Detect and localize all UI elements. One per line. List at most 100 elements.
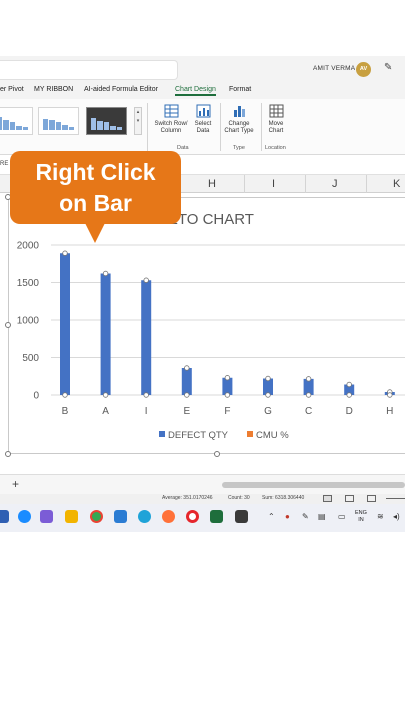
- bar-selection-marker: [387, 392, 393, 398]
- page-break-view-icon[interactable]: [367, 495, 376, 502]
- tab-chart-design[interactable]: Chart Design: [175, 86, 216, 96]
- bar-selection-marker: [305, 392, 312, 398]
- x-tick-label: G: [264, 406, 272, 417]
- language-line-1: ENG: [355, 510, 367, 516]
- x-tick-label: H: [386, 406, 393, 417]
- column-header-i[interactable]: I: [272, 178, 275, 190]
- pen-tray-icon[interactable]: ✎: [302, 512, 309, 521]
- chevron-up-icon[interactable]: ⌃: [268, 512, 275, 521]
- chart-style-thumb-2[interactable]: [38, 107, 79, 135]
- title-bar: AMIT VERMA AV ✎: [0, 56, 405, 84]
- x-tick-label: I: [145, 406, 148, 417]
- excel-window: AMIT VERMA AV ✎ er Pivot MY RIBBON AI-ai…: [0, 0, 405, 720]
- chart-style-thumb-3[interactable]: [86, 107, 127, 135]
- move-chart-icon: [269, 104, 283, 118]
- language-indicator[interactable]: ENG IN: [355, 510, 367, 524]
- type-group-label: Type: [233, 145, 245, 151]
- switch-row-column-button[interactable]: Switch Row/ Column: [150, 104, 192, 135]
- bar-B[interactable]: [60, 253, 70, 395]
- change-chart-type-icon: [233, 106, 245, 117]
- user-avatar[interactable]: AV: [356, 62, 371, 77]
- chart-resize-handle[interactable]: [5, 451, 11, 457]
- bar-I[interactable]: [141, 280, 152, 395]
- bar-selection-marker: [224, 375, 231, 381]
- taskbar-app-icon[interactable]: [18, 510, 31, 523]
- ribbon: ▴ ▾ Switch Row/ Column Select Data Data C…: [0, 99, 405, 155]
- style-gallery-scroll[interactable]: ▴ ▾: [134, 107, 142, 135]
- status-sum: Sum: 6318.306440: [262, 495, 305, 501]
- legend-entry[interactable]: CMU %: [256, 430, 289, 441]
- bar-A[interactable]: [100, 273, 111, 396]
- add-sheet-icon[interactable]: +: [12, 477, 19, 491]
- group-separator: [147, 103, 148, 151]
- legend-swatch: [247, 431, 253, 437]
- windows-taskbar: ⌃ ● ✎ ▤ ▭ ENG IN ≋ ◂): [0, 504, 405, 532]
- bar-selection-marker: [265, 392, 271, 398]
- wifi-icon[interactable]: ≋: [377, 512, 384, 521]
- x-tick-label: E: [183, 406, 190, 417]
- column-divider: [305, 175, 306, 193]
- pen-icon[interactable]: ✎: [384, 62, 392, 73]
- taskbar-chat-icon[interactable]: [40, 510, 53, 523]
- firefox-icon[interactable]: [162, 510, 175, 523]
- excel-icon[interactable]: [210, 510, 223, 523]
- column-header-h[interactable]: H: [208, 178, 216, 190]
- bar-selection-marker: [305, 376, 312, 382]
- select-data-button[interactable]: Select Data: [192, 104, 214, 135]
- taskbar-app-icon[interactable]: [0, 510, 9, 523]
- sheet-tab-bar: +: [0, 474, 405, 494]
- mail-icon[interactable]: [114, 510, 127, 523]
- tab-power-pivot[interactable]: er Pivot: [0, 86, 24, 93]
- bar-selection-marker: [62, 250, 68, 256]
- tab-my-ribbon[interactable]: MY RIBBON: [34, 86, 73, 93]
- y-tick-label: 500: [22, 353, 39, 364]
- folder-icon[interactable]: [65, 510, 78, 523]
- status-count: Count: 30: [228, 495, 250, 501]
- status-bar: Average: 351.0170246 Count: 30 Sum: 6318…: [0, 494, 405, 504]
- select-data-label: Select Data: [194, 121, 212, 134]
- switch-row-column-icon: [164, 104, 178, 118]
- chart-plot[interactable]: 0 500 1000 1500 2000 B A I E F G C D H DEFECT QTY CMU %: [9, 198, 405, 455]
- tab-format[interactable]: Format: [229, 86, 251, 93]
- callout-pointer: [85, 223, 105, 243]
- bar-selection-marker: [143, 392, 149, 398]
- user-name: AMIT VERMA: [313, 65, 356, 72]
- edge-icon[interactable]: [138, 510, 151, 523]
- opera-icon[interactable]: [186, 510, 199, 523]
- keyboard-icon[interactable]: ▤: [318, 512, 326, 521]
- move-chart-button[interactable]: Move Chart: [263, 104, 289, 135]
- x-tick-label: C: [305, 406, 312, 417]
- location-group-label: Location: [265, 145, 286, 151]
- ribbon-tabs: er Pivot MY RIBBON AI-aided Formula Edit…: [0, 84, 405, 99]
- column-header-k[interactable]: K: [393, 178, 400, 190]
- data-group-label: Data: [177, 145, 189, 151]
- volume-icon[interactable]: ◂): [393, 512, 400, 521]
- legend-entry[interactable]: DEFECT QTY: [168, 430, 229, 441]
- chart-resize-handle[interactable]: [214, 451, 220, 457]
- chart-style-thumb-1[interactable]: [0, 107, 33, 135]
- change-chart-type-label: Change Chart Type: [224, 121, 254, 134]
- shield-icon[interactable]: ●: [285, 512, 290, 521]
- chrome-icon[interactable]: [90, 510, 103, 523]
- column-header-j[interactable]: J: [332, 178, 338, 190]
- select-data-icon: [196, 104, 210, 118]
- search-box[interactable]: [0, 60, 178, 80]
- pareto-chart[interactable]: 0 500 1000 1500 2000 B A I E F G C D H DEFECT QTY CMU %…: [8, 197, 405, 454]
- change-chart-type-button[interactable]: Change Chart Type: [222, 104, 256, 135]
- tab-ai-formula-editor[interactable]: AI-aided Formula Editor: [84, 86, 158, 93]
- bar-selection-marker: [346, 381, 352, 388]
- group-separator: [220, 103, 221, 151]
- group-separator: [261, 103, 262, 151]
- normal-view-icon[interactable]: [323, 495, 332, 502]
- horizontal-scrollbar[interactable]: [222, 482, 405, 488]
- taskbar-app-icon[interactable]: [235, 510, 248, 523]
- monitor-icon[interactable]: ▭: [338, 512, 346, 521]
- page-layout-view-icon[interactable]: [345, 495, 354, 502]
- chart-resize-handle[interactable]: [5, 322, 11, 328]
- name-box[interactable]: RE: [0, 161, 8, 167]
- bar-selection-marker: [184, 365, 190, 371]
- x-tick-label: B: [62, 406, 69, 417]
- switch-row-column-label: Switch Row/ Column: [154, 121, 188, 134]
- bar-E[interactable]: [181, 368, 192, 395]
- zoom-slider[interactable]: [386, 498, 405, 499]
